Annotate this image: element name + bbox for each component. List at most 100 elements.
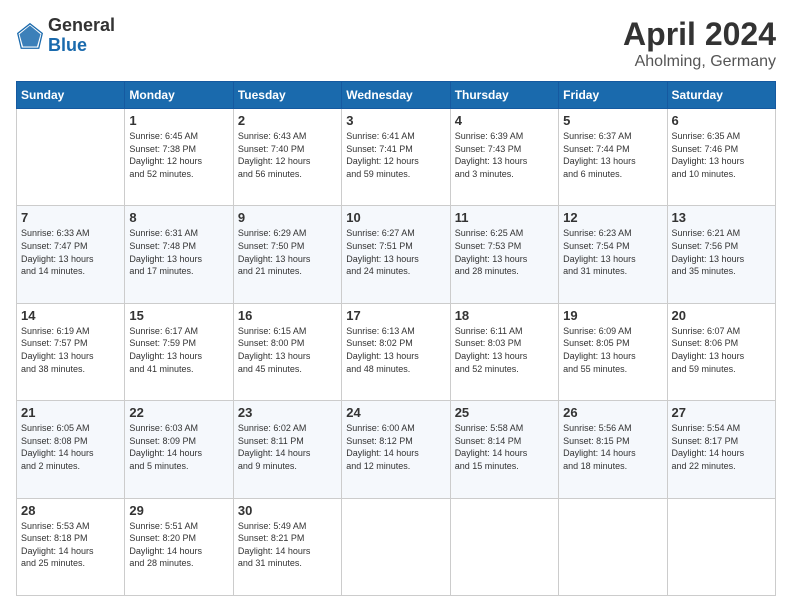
day-number: 22: [129, 405, 228, 420]
day-info: Sunrise: 6:23 AM Sunset: 7:54 PM Dayligh…: [563, 227, 662, 277]
day-info: Sunrise: 6:02 AM Sunset: 8:11 PM Dayligh…: [238, 422, 337, 472]
calendar-cell: [667, 498, 775, 595]
calendar-cell: 14 Sunrise: 6:19 AM Sunset: 7:57 PM Dayli…: [17, 303, 125, 400]
logo: General Blue: [16, 16, 115, 56]
day-number: 12: [563, 210, 662, 225]
calendar-cell: 13 Sunrise: 6:21 AM Sunset: 7:56 PM Dayli…: [667, 206, 775, 303]
calendar-cell: 26 Sunrise: 5:56 AM Sunset: 8:15 PM Dayli…: [559, 401, 667, 498]
day-info: Sunrise: 6:15 AM Sunset: 8:00 PM Dayligh…: [238, 325, 337, 375]
day-number: 1: [129, 113, 228, 128]
day-info: Sunrise: 6:31 AM Sunset: 7:48 PM Dayligh…: [129, 227, 228, 277]
day-number: 27: [672, 405, 771, 420]
calendar-week-2: 7 Sunrise: 6:33 AM Sunset: 7:47 PM Daylig…: [17, 206, 776, 303]
day-number: 17: [346, 308, 445, 323]
day-info: Sunrise: 5:54 AM Sunset: 8:17 PM Dayligh…: [672, 422, 771, 472]
day-number: 20: [672, 308, 771, 323]
calendar-header-thursday: Thursday: [450, 82, 558, 109]
day-info: Sunrise: 6:35 AM Sunset: 7:46 PM Dayligh…: [672, 130, 771, 180]
day-info: Sunrise: 6:41 AM Sunset: 7:41 PM Dayligh…: [346, 130, 445, 180]
calendar-cell: 3 Sunrise: 6:41 AM Sunset: 7:41 PM Daylig…: [342, 109, 450, 206]
day-info: Sunrise: 6:00 AM Sunset: 8:12 PM Dayligh…: [346, 422, 445, 472]
calendar-week-4: 21 Sunrise: 6:05 AM Sunset: 8:08 PM Dayli…: [17, 401, 776, 498]
day-number: 19: [563, 308, 662, 323]
day-number: 10: [346, 210, 445, 225]
day-number: 21: [21, 405, 120, 420]
logo-icon: [16, 22, 44, 50]
logo-general-text: General: [48, 16, 115, 36]
day-info: Sunrise: 6:07 AM Sunset: 8:06 PM Dayligh…: [672, 325, 771, 375]
calendar-cell: 15 Sunrise: 6:17 AM Sunset: 7:59 PM Dayli…: [125, 303, 233, 400]
day-info: Sunrise: 6:45 AM Sunset: 7:38 PM Dayligh…: [129, 130, 228, 180]
calendar-cell: 2Sunrise: 6:43 AM Sunset: 7:40 PM Daylig…: [233, 109, 341, 206]
day-number: 16: [238, 308, 337, 323]
calendar-cell: 22 Sunrise: 6:03 AM Sunset: 8:09 PM Dayli…: [125, 401, 233, 498]
day-info: Sunrise: 6:25 AM Sunset: 7:53 PM Dayligh…: [455, 227, 554, 277]
day-number: 23: [238, 405, 337, 420]
day-info: Sunrise: 6:33 AM Sunset: 7:47 PM Dayligh…: [21, 227, 120, 277]
calendar-cell: 23 Sunrise: 6:02 AM Sunset: 8:11 PM Dayli…: [233, 401, 341, 498]
day-number: 29: [129, 503, 228, 518]
calendar-cell: 24 Sunrise: 6:00 AM Sunset: 8:12 PM Dayli…: [342, 401, 450, 498]
calendar: SundayMondayTuesdayWednesdayThursdayFrid…: [16, 81, 776, 596]
calendar-week-3: 14 Sunrise: 6:19 AM Sunset: 7:57 PM Dayli…: [17, 303, 776, 400]
day-number: 7: [21, 210, 120, 225]
title-block: April 2024 Aholming, Germany: [623, 16, 776, 71]
day-number: 8: [129, 210, 228, 225]
calendar-cell: 30 Sunrise: 5:49 AM Sunset: 8:21 PM Dayli…: [233, 498, 341, 595]
day-number: 9: [238, 210, 337, 225]
calendar-header-saturday: Saturday: [667, 82, 775, 109]
day-info: Sunrise: 5:53 AM Sunset: 8:18 PM Dayligh…: [21, 520, 120, 570]
calendar-cell: 29Sunrise: 5:51 AM Sunset: 8:20 PM Dayli…: [125, 498, 233, 595]
calendar-cell: 8 Sunrise: 6:31 AM Sunset: 7:48 PM Daylig…: [125, 206, 233, 303]
calendar-cell: 16 Sunrise: 6:15 AM Sunset: 8:00 PM Dayli…: [233, 303, 341, 400]
day-number: 5: [563, 113, 662, 128]
logo-blue-text: Blue: [48, 36, 115, 56]
day-number: 3: [346, 113, 445, 128]
day-number: 6: [672, 113, 771, 128]
calendar-cell: 18 Sunrise: 6:11 AM Sunset: 8:03 PM Dayli…: [450, 303, 558, 400]
day-number: 4: [455, 113, 554, 128]
day-number: 30: [238, 503, 337, 518]
day-info: Sunrise: 6:43 AM Sunset: 7:40 PM Dayligh…: [238, 130, 337, 180]
calendar-cell: 11 Sunrise: 6:25 AM Sunset: 7:53 PM Dayli…: [450, 206, 558, 303]
calendar-header-tuesday: Tuesday: [233, 82, 341, 109]
day-number: 28: [21, 503, 120, 518]
calendar-week-5: 28 Sunrise: 5:53 AM Sunset: 8:18 PM Dayli…: [17, 498, 776, 595]
calendar-header-friday: Friday: [559, 82, 667, 109]
day-number: 14: [21, 308, 120, 323]
calendar-cell: 10 Sunrise: 6:27 AM Sunset: 7:51 PM Dayli…: [342, 206, 450, 303]
day-info: Sunrise: 6:27 AM Sunset: 7:51 PM Dayligh…: [346, 227, 445, 277]
day-info: Sunrise: 6:29 AM Sunset: 7:50 PM Dayligh…: [238, 227, 337, 277]
calendar-cell: 27 Sunrise: 5:54 AM Sunset: 8:17 PM Dayli…: [667, 401, 775, 498]
calendar-cell: [342, 498, 450, 595]
day-info: Sunrise: 6:17 AM Sunset: 7:59 PM Dayligh…: [129, 325, 228, 375]
day-info: Sunrise: 6:05 AM Sunset: 8:08 PM Dayligh…: [21, 422, 120, 472]
day-info: Sunrise: 6:11 AM Sunset: 8:03 PM Dayligh…: [455, 325, 554, 375]
day-info: Sunrise: 6:37 AM Sunset: 7:44 PM Dayligh…: [563, 130, 662, 180]
calendar-header-wednesday: Wednesday: [342, 82, 450, 109]
day-info: Sunrise: 6:19 AM Sunset: 7:57 PM Dayligh…: [21, 325, 120, 375]
header: General Blue April 2024 Aholming, German…: [16, 16, 776, 71]
calendar-cell: 1 Sunrise: 6:45 AM Sunset: 7:38 PM Daylig…: [125, 109, 233, 206]
day-info: Sunrise: 5:58 AM Sunset: 8:14 PM Dayligh…: [455, 422, 554, 472]
calendar-cell: 21 Sunrise: 6:05 AM Sunset: 8:08 PM Dayli…: [17, 401, 125, 498]
calendar-cell: 6 Sunrise: 6:35 AM Sunset: 7:46 PM Daylig…: [667, 109, 775, 206]
day-number: 26: [563, 405, 662, 420]
day-number: 24: [346, 405, 445, 420]
day-number: 13: [672, 210, 771, 225]
day-info: Sunrise: 5:49 AM Sunset: 8:21 PM Dayligh…: [238, 520, 337, 570]
day-number: 11: [455, 210, 554, 225]
calendar-cell: 5 Sunrise: 6:37 AM Sunset: 7:44 PM Daylig…: [559, 109, 667, 206]
day-info: Sunrise: 5:56 AM Sunset: 8:15 PM Dayligh…: [563, 422, 662, 472]
day-info: Sunrise: 6:03 AM Sunset: 8:09 PM Dayligh…: [129, 422, 228, 472]
calendar-cell: 12 Sunrise: 6:23 AM Sunset: 7:54 PM Dayli…: [559, 206, 667, 303]
day-number: 18: [455, 308, 554, 323]
day-number: 15: [129, 308, 228, 323]
calendar-header-sunday: Sunday: [17, 82, 125, 109]
day-number: 25: [455, 405, 554, 420]
calendar-cell: 17Sunrise: 6:13 AM Sunset: 8:02 PM Dayli…: [342, 303, 450, 400]
day-info: Sunrise: 6:09 AM Sunset: 8:05 PM Dayligh…: [563, 325, 662, 375]
page: General Blue April 2024 Aholming, German…: [0, 0, 792, 612]
calendar-cell: [17, 109, 125, 206]
day-info: Sunrise: 6:21 AM Sunset: 7:56 PM Dayligh…: [672, 227, 771, 277]
